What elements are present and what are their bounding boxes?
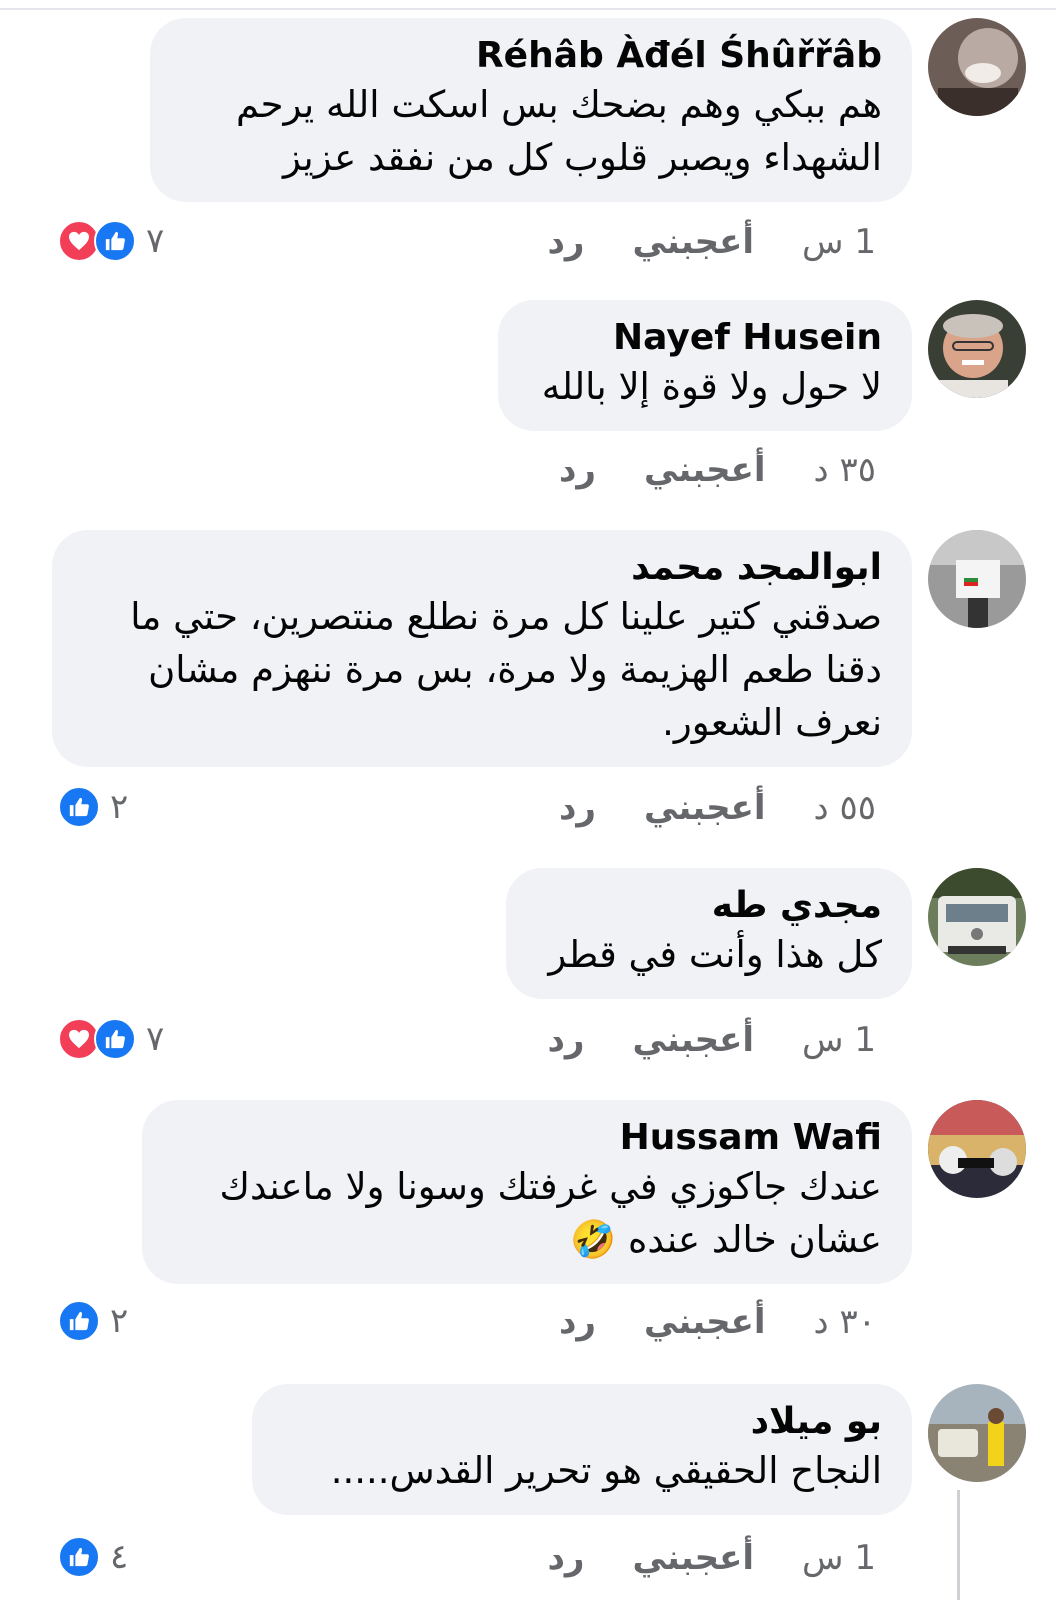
like-button[interactable]: أعجبني (633, 222, 755, 262)
reply-button[interactable]: رد (547, 1538, 584, 1578)
comment-author[interactable]: Nayef Husein (528, 316, 882, 360)
comment-text: صدقني كتير علينا كل مرة نطلع منتصرين، حت… (130, 595, 882, 744)
comment-text: كل هذا وأنت في قطر (548, 933, 882, 976)
avatar[interactable] (928, 300, 1026, 398)
reaction-summary[interactable]: ٢ (58, 786, 128, 828)
like-icon (58, 786, 100, 828)
reaction-summary[interactable]: ٢ (58, 1300, 128, 1342)
reply-button[interactable]: رد (559, 788, 596, 828)
comment-bubble: بو ميلاد النجاح الحقيقي هو تحرير القدس..… (252, 1384, 912, 1515)
like-icon (58, 1536, 100, 1578)
avatar[interactable] (928, 18, 1026, 116)
like-icon (94, 1018, 136, 1060)
like-button[interactable]: أعجبني (633, 1020, 755, 1060)
reply-button[interactable]: رد (559, 1302, 596, 1342)
comment-actions: 1 س أعجبني رد (547, 1538, 876, 1578)
reaction-summary[interactable]: ٤ (58, 1536, 128, 1578)
reply-button[interactable]: رد (547, 222, 584, 262)
comment-actions: 1 س أعجبني رد (547, 1020, 876, 1060)
comment-bubble: Nayef Husein لا حول ولا قوة إلا بالله (498, 300, 912, 431)
like-icon (58, 1300, 100, 1342)
comment-bubble: Réhâb Àđél Śhûřřâb هم ببكي وهم بضحك بس ا… (150, 18, 912, 202)
comment-author[interactable]: Réhâb Àđél Śhûřřâb (180, 34, 882, 78)
comment-time[interactable]: ٥٥ د (814, 788, 876, 828)
comment-bubble: ابوالمجد محمد صدقني كتير علينا كل مرة نط… (52, 530, 912, 767)
comment-bubble: Hussam Wafi عندك جاكوزي في غرفتك وسونا و… (142, 1100, 912, 1284)
comment-time[interactable]: 1 س (802, 1538, 876, 1578)
reaction-count: ٢ (110, 787, 129, 827)
like-button[interactable]: أعجبني (644, 450, 766, 490)
comment-actions: 1 س أعجبني رد (547, 222, 876, 262)
reply-button[interactable]: رد (559, 450, 596, 490)
reaction-count: ٧ (146, 1019, 165, 1059)
comment-text: هم ببكي وهم بضحك بس اسكت الله يرحم الشهد… (235, 83, 882, 179)
reaction-count: ٢ (110, 1301, 129, 1341)
top-divider (0, 8, 1056, 10)
comment-bubble: مجدي طه كل هذا وأنت في قطر (506, 868, 912, 999)
comment-author[interactable]: بو ميلاد (282, 1400, 882, 1444)
comment-author[interactable]: مجدي طه (536, 884, 882, 928)
avatar[interactable] (928, 530, 1026, 628)
comment-actions: ٣٠ د أعجبني رد (559, 1302, 876, 1342)
reaction-count: ٧ (146, 221, 165, 261)
reaction-count: ٤ (110, 1537, 129, 1577)
like-button[interactable]: أعجبني (633, 1538, 755, 1578)
reply-button[interactable]: رد (547, 1020, 584, 1060)
comment-actions: ٥٥ د أعجبني رد (559, 788, 876, 828)
avatar[interactable] (928, 1384, 1026, 1482)
reply-thread-line (957, 1490, 960, 1600)
comment-time[interactable]: ٣٥ د (814, 450, 876, 490)
comment-text: لا حول ولا قوة إلا بالله (541, 365, 882, 408)
comment-text: النجاح الحقيقي هو تحرير القدس..... (330, 1449, 882, 1492)
avatar[interactable] (928, 1100, 1026, 1198)
comment-actions: ٣٥ د أعجبني رد (559, 450, 876, 490)
comment-author[interactable]: ابوالمجد محمد (82, 546, 882, 590)
like-button[interactable]: أعجبني (644, 788, 766, 828)
comment-text: عندك جاكوزي في غرفتك وسونا ولا ماعندك عش… (219, 1165, 882, 1261)
comment-time[interactable]: ٣٠ د (814, 1302, 876, 1342)
comment-time[interactable]: 1 س (802, 222, 876, 262)
like-icon (94, 220, 136, 262)
reaction-summary[interactable]: ٧ (58, 220, 164, 262)
avatar[interactable] (928, 868, 1026, 966)
reaction-summary[interactable]: ٧ (58, 1018, 164, 1060)
like-button[interactable]: أعجبني (644, 1302, 766, 1342)
comment-author[interactable]: Hussam Wafi (172, 1116, 882, 1160)
comment-time[interactable]: 1 س (802, 1020, 876, 1060)
